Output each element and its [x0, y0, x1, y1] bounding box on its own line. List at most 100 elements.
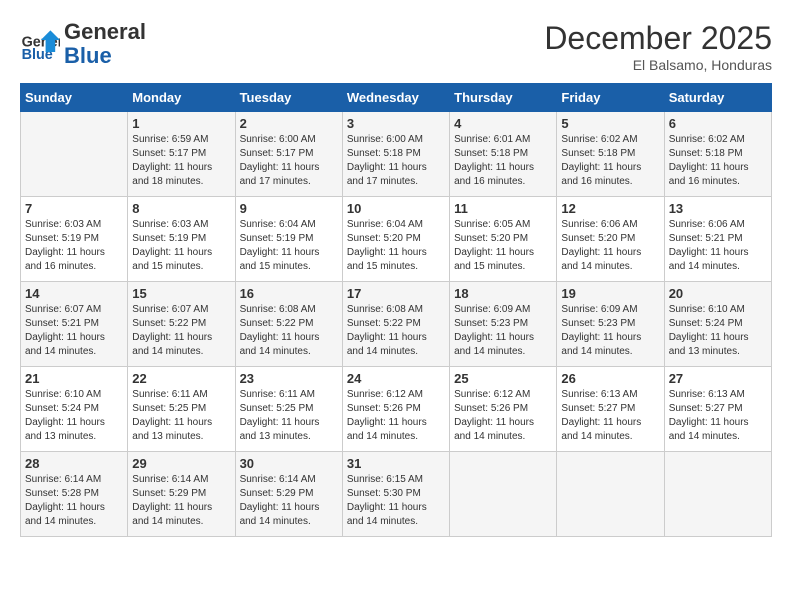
day-info: Sunrise: 6:02 AM Sunset: 5:18 PM Dayligh…	[561, 133, 659, 189]
day-number: 4	[454, 116, 552, 131]
week-row-5: 28 Sunrise: 6:14 AM Sunset: 5:28 PM Dayl…	[21, 452, 772, 537]
day-cell-1-6: 13 Sunrise: 6:06 AM Sunset: 5:21 PM Dayl…	[664, 197, 771, 282]
col-friday: Friday	[557, 84, 664, 112]
day-info: Sunrise: 6:03 AM Sunset: 5:19 PM Dayligh…	[25, 218, 123, 274]
day-number: 26	[561, 371, 659, 386]
day-cell-0-3: 3 Sunrise: 6:00 AM Sunset: 5:18 PM Dayli…	[342, 112, 449, 197]
day-cell-4-4	[450, 452, 557, 537]
day-info: Sunrise: 6:08 AM Sunset: 5:22 PM Dayligh…	[347, 303, 445, 359]
day-info: Sunrise: 6:04 AM Sunset: 5:20 PM Dayligh…	[347, 218, 445, 274]
day-number: 28	[25, 456, 123, 471]
day-number: 24	[347, 371, 445, 386]
day-cell-4-5	[557, 452, 664, 537]
day-info: Sunrise: 6:06 AM Sunset: 5:21 PM Dayligh…	[669, 218, 767, 274]
day-number: 19	[561, 286, 659, 301]
day-number: 5	[561, 116, 659, 131]
day-info: Sunrise: 6:07 AM Sunset: 5:22 PM Dayligh…	[132, 303, 230, 359]
day-info: Sunrise: 6:08 AM Sunset: 5:22 PM Dayligh…	[240, 303, 338, 359]
day-info: Sunrise: 6:04 AM Sunset: 5:19 PM Dayligh…	[240, 218, 338, 274]
day-info: Sunrise: 6:06 AM Sunset: 5:20 PM Dayligh…	[561, 218, 659, 274]
day-number: 18	[454, 286, 552, 301]
day-cell-3-5: 26 Sunrise: 6:13 AM Sunset: 5:27 PM Dayl…	[557, 367, 664, 452]
day-cell-3-4: 25 Sunrise: 6:12 AM Sunset: 5:26 PM Dayl…	[450, 367, 557, 452]
day-info: Sunrise: 6:02 AM Sunset: 5:18 PM Dayligh…	[669, 133, 767, 189]
calendar-table: Sunday Monday Tuesday Wednesday Thursday…	[20, 83, 772, 537]
logo-icon: General Blue	[20, 24, 60, 64]
col-thursday: Thursday	[450, 84, 557, 112]
day-info: Sunrise: 6:15 AM Sunset: 5:30 PM Dayligh…	[347, 473, 445, 529]
week-row-2: 7 Sunrise: 6:03 AM Sunset: 5:19 PM Dayli…	[21, 197, 772, 282]
day-cell-3-0: 21 Sunrise: 6:10 AM Sunset: 5:24 PM Dayl…	[21, 367, 128, 452]
day-cell-0-5: 5 Sunrise: 6:02 AM Sunset: 5:18 PM Dayli…	[557, 112, 664, 197]
week-row-3: 14 Sunrise: 6:07 AM Sunset: 5:21 PM Dayl…	[21, 282, 772, 367]
day-number: 27	[669, 371, 767, 386]
location: El Balsamo, Honduras	[544, 57, 772, 73]
day-cell-3-1: 22 Sunrise: 6:11 AM Sunset: 5:25 PM Dayl…	[128, 367, 235, 452]
day-number: 7	[25, 201, 123, 216]
day-info: Sunrise: 6:09 AM Sunset: 5:23 PM Dayligh…	[454, 303, 552, 359]
day-info: Sunrise: 6:14 AM Sunset: 5:29 PM Dayligh…	[132, 473, 230, 529]
day-number: 16	[240, 286, 338, 301]
day-cell-2-2: 16 Sunrise: 6:08 AM Sunset: 5:22 PM Dayl…	[235, 282, 342, 367]
day-cell-4-2: 30 Sunrise: 6:14 AM Sunset: 5:29 PM Dayl…	[235, 452, 342, 537]
day-number: 6	[669, 116, 767, 131]
day-cell-1-5: 12 Sunrise: 6:06 AM Sunset: 5:20 PM Dayl…	[557, 197, 664, 282]
day-cell-2-3: 17 Sunrise: 6:08 AM Sunset: 5:22 PM Dayl…	[342, 282, 449, 367]
page-header: General Blue General Blue December 2025 …	[20, 20, 772, 73]
day-info: Sunrise: 6:00 AM Sunset: 5:17 PM Dayligh…	[240, 133, 338, 189]
day-number: 29	[132, 456, 230, 471]
day-number: 11	[454, 201, 552, 216]
day-cell-0-2: 2 Sunrise: 6:00 AM Sunset: 5:17 PM Dayli…	[235, 112, 342, 197]
day-cell-0-0	[21, 112, 128, 197]
header-row: Sunday Monday Tuesday Wednesday Thursday…	[21, 84, 772, 112]
week-row-1: 1 Sunrise: 6:59 AM Sunset: 5:17 PM Dayli…	[21, 112, 772, 197]
day-number: 23	[240, 371, 338, 386]
day-number: 3	[347, 116, 445, 131]
day-info: Sunrise: 6:05 AM Sunset: 5:20 PM Dayligh…	[454, 218, 552, 274]
day-cell-1-2: 9 Sunrise: 6:04 AM Sunset: 5:19 PM Dayli…	[235, 197, 342, 282]
day-number: 20	[669, 286, 767, 301]
day-number: 8	[132, 201, 230, 216]
day-info: Sunrise: 6:11 AM Sunset: 5:25 PM Dayligh…	[132, 388, 230, 444]
day-cell-2-6: 20 Sunrise: 6:10 AM Sunset: 5:24 PM Dayl…	[664, 282, 771, 367]
day-info: Sunrise: 6:09 AM Sunset: 5:23 PM Dayligh…	[561, 303, 659, 359]
day-number: 9	[240, 201, 338, 216]
logo-text: General Blue	[64, 20, 146, 68]
day-cell-3-2: 23 Sunrise: 6:11 AM Sunset: 5:25 PM Dayl…	[235, 367, 342, 452]
logo: General Blue General Blue	[20, 20, 146, 68]
day-cell-4-1: 29 Sunrise: 6:14 AM Sunset: 5:29 PM Dayl…	[128, 452, 235, 537]
day-cell-2-5: 19 Sunrise: 6:09 AM Sunset: 5:23 PM Dayl…	[557, 282, 664, 367]
col-tuesday: Tuesday	[235, 84, 342, 112]
day-number: 2	[240, 116, 338, 131]
day-info: Sunrise: 6:14 AM Sunset: 5:28 PM Dayligh…	[25, 473, 123, 529]
day-number: 10	[347, 201, 445, 216]
title-block: December 2025 El Balsamo, Honduras	[544, 20, 772, 73]
col-wednesday: Wednesday	[342, 84, 449, 112]
day-info: Sunrise: 6:10 AM Sunset: 5:24 PM Dayligh…	[669, 303, 767, 359]
day-number: 1	[132, 116, 230, 131]
day-cell-1-1: 8 Sunrise: 6:03 AM Sunset: 5:19 PM Dayli…	[128, 197, 235, 282]
day-cell-1-3: 10 Sunrise: 6:04 AM Sunset: 5:20 PM Dayl…	[342, 197, 449, 282]
day-info: Sunrise: 6:12 AM Sunset: 5:26 PM Dayligh…	[347, 388, 445, 444]
day-info: Sunrise: 6:12 AM Sunset: 5:26 PM Dayligh…	[454, 388, 552, 444]
day-info: Sunrise: 6:14 AM Sunset: 5:29 PM Dayligh…	[240, 473, 338, 529]
day-info: Sunrise: 6:01 AM Sunset: 5:18 PM Dayligh…	[454, 133, 552, 189]
day-number: 30	[240, 456, 338, 471]
day-cell-0-6: 6 Sunrise: 6:02 AM Sunset: 5:18 PM Dayli…	[664, 112, 771, 197]
day-cell-1-4: 11 Sunrise: 6:05 AM Sunset: 5:20 PM Dayl…	[450, 197, 557, 282]
day-number: 17	[347, 286, 445, 301]
day-cell-2-0: 14 Sunrise: 6:07 AM Sunset: 5:21 PM Dayl…	[21, 282, 128, 367]
day-cell-4-6	[664, 452, 771, 537]
month-title: December 2025	[544, 20, 772, 57]
col-monday: Monday	[128, 84, 235, 112]
day-info: Sunrise: 6:00 AM Sunset: 5:18 PM Dayligh…	[347, 133, 445, 189]
day-cell-2-4: 18 Sunrise: 6:09 AM Sunset: 5:23 PM Dayl…	[450, 282, 557, 367]
calendar-body: 1 Sunrise: 6:59 AM Sunset: 5:17 PM Dayli…	[21, 112, 772, 537]
day-number: 31	[347, 456, 445, 471]
day-number: 12	[561, 201, 659, 216]
day-cell-1-0: 7 Sunrise: 6:03 AM Sunset: 5:19 PM Dayli…	[21, 197, 128, 282]
day-info: Sunrise: 6:13 AM Sunset: 5:27 PM Dayligh…	[669, 388, 767, 444]
day-info: Sunrise: 6:11 AM Sunset: 5:25 PM Dayligh…	[240, 388, 338, 444]
week-row-4: 21 Sunrise: 6:10 AM Sunset: 5:24 PM Dayl…	[21, 367, 772, 452]
day-number: 25	[454, 371, 552, 386]
